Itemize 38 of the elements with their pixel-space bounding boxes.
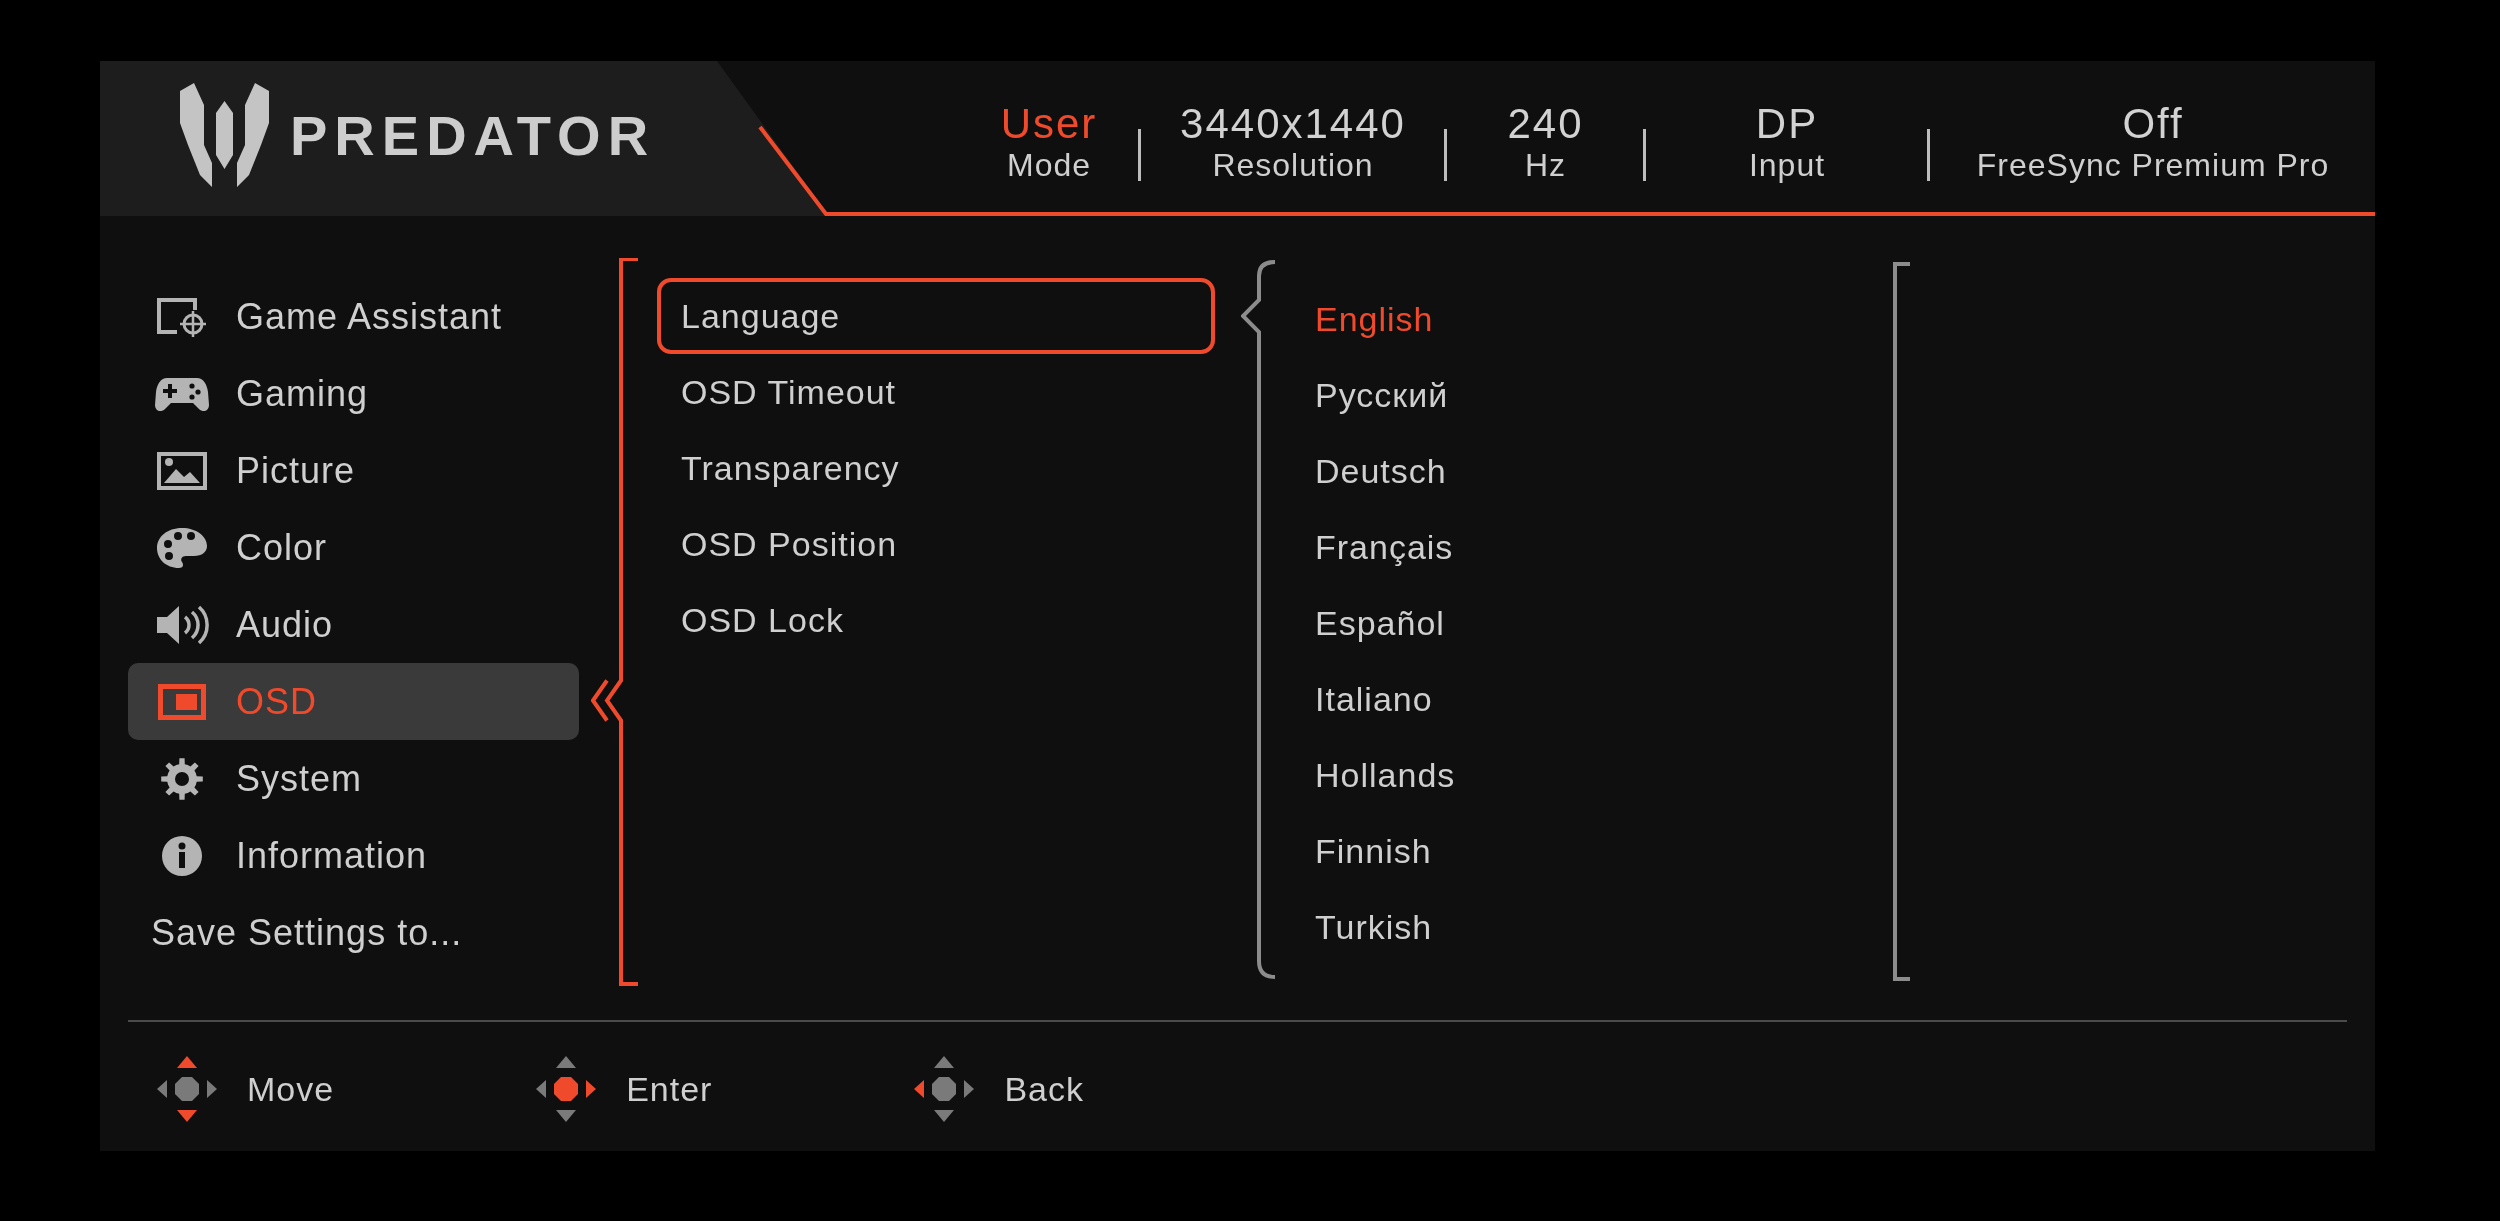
- hint-label: Enter: [626, 1068, 713, 1110]
- submenu-item[interactable]: Language: [657, 278, 1215, 354]
- info-value: 3440x1440: [1180, 103, 1406, 145]
- logo-icon: [178, 83, 271, 188]
- submenu-item[interactable]: Transparency: [657, 430, 1215, 506]
- dpad-icon: [155, 1054, 219, 1124]
- info-value: 240: [1507, 103, 1584, 145]
- menu-item[interactable]: Audio: [128, 586, 579, 663]
- menu-item[interactable]: Picture: [128, 432, 579, 509]
- menu-item[interactable]: Save Settings to...: [128, 894, 579, 971]
- info-label: Hz: [1524, 149, 1567, 181]
- option-item[interactable]: Français: [1315, 509, 1880, 585]
- info-value: DP: [1755, 103, 1819, 145]
- info-value: User: [1000, 103, 1098, 145]
- option-item[interactable]: Finnish: [1315, 813, 1880, 889]
- submenu-item[interactable]: OSD Position: [657, 506, 1215, 582]
- option-item[interactable]: Hollands: [1315, 737, 1880, 813]
- option-item[interactable]: Deutsch: [1315, 433, 1880, 509]
- menu-item[interactable]: System: [128, 740, 579, 817]
- option-item[interactable]: Español: [1315, 585, 1880, 661]
- info-label: Mode: [1006, 149, 1091, 181]
- info-value: Off: [2122, 103, 2184, 145]
- info-label: Input: [1748, 149, 1826, 181]
- logo-wordmark: PREDATOR: [290, 107, 656, 164]
- option-item[interactable]: English: [1315, 281, 1880, 357]
- option-item[interactable]: Italiano: [1315, 661, 1880, 737]
- option-item[interactable]: Русский: [1315, 357, 1880, 433]
- menu-item[interactable]: Color: [128, 509, 579, 586]
- submenu-item[interactable]: OSD Lock: [657, 582, 1215, 658]
- menu-item[interactable]: Gaming: [128, 355, 579, 432]
- menu-item[interactable]: Information: [128, 817, 579, 894]
- submenu-item[interactable]: OSD Timeout: [657, 354, 1215, 430]
- hint-label: Back: [1004, 1068, 1084, 1110]
- info-label: Resolution: [1212, 149, 1374, 181]
- info-label: FreeSync Premium Pro: [1976, 149, 2330, 181]
- hint-label: Move: [247, 1068, 335, 1110]
- option-item[interactable]: Turkish: [1315, 889, 1880, 965]
- menu-item[interactable]: Game Assistant: [128, 278, 579, 355]
